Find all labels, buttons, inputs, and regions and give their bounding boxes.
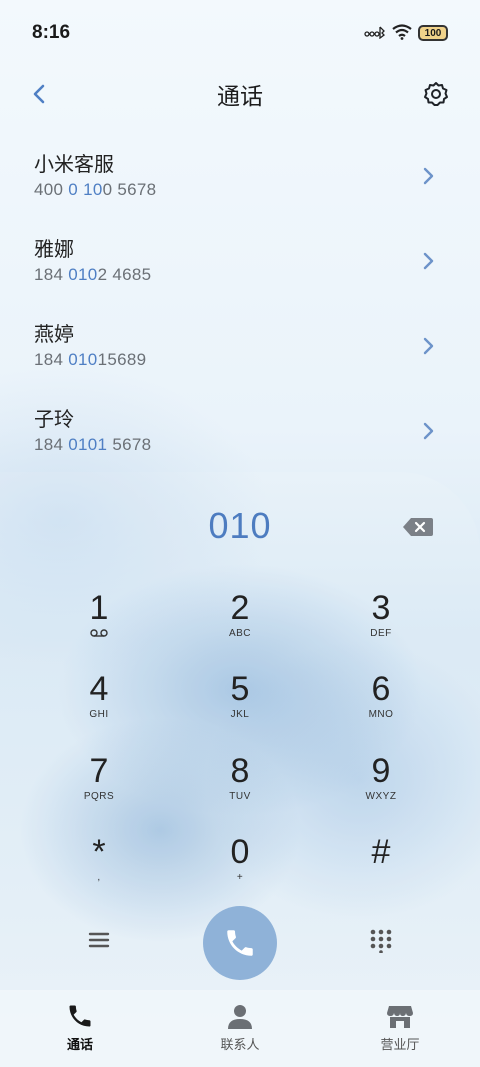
key-2[interactable]: 2 ABC (190, 588, 290, 658)
key-digit: 0 (230, 833, 250, 871)
chevron-left-icon (33, 84, 45, 104)
menu-icon (88, 932, 110, 948)
contact-name: 雅娜 (34, 237, 74, 261)
nav-item-contacts[interactable]: 联系人 (180, 990, 300, 1053)
phone-icon (69, 1005, 91, 1027)
key-digit: * (92, 833, 106, 871)
settings-button[interactable] (422, 80, 450, 108)
page-title: 通话 (217, 84, 263, 110)
status-icons: 100 (364, 23, 448, 43)
contact-row[interactable]: 雅娜 184 0102 4685 (0, 217, 480, 302)
contact-name: 燕婷 (34, 322, 74, 346)
contact-row[interactable]: 子玲 184 0101 5678 (0, 387, 480, 472)
nav-label: 营业厅 (380, 1038, 420, 1053)
key-hash[interactable]: # (331, 832, 431, 902)
store-icon (387, 1006, 413, 1028)
keypad-icon (370, 929, 392, 954)
key-digit: 2 (230, 589, 250, 627)
key-7[interactable]: 7 PQRS (49, 751, 149, 821)
gear-icon (424, 82, 448, 106)
battery-icon: 100 (418, 25, 448, 41)
contact-list: 小米客服 400 0 100 5678 雅娜 184 0102 4685 燕婷 … (0, 132, 480, 472)
chevron-right-icon (423, 167, 434, 185)
contact-number: 184 0101 5678 (34, 435, 152, 454)
key-letters: JKL (230, 709, 250, 720)
key-digit: 5 (230, 670, 250, 708)
key-3[interactable]: 3 DEF (331, 588, 431, 658)
nav-item-calls[interactable]: 通话 (20, 990, 140, 1053)
key-5[interactable]: 5 JKL (190, 669, 290, 739)
contact-name: 小米客服 (34, 152, 114, 176)
nav-item-store[interactable]: 营业厅 (340, 990, 460, 1053)
key-digit: 6 (371, 670, 391, 708)
key-4[interactable]: 4 GHI (49, 669, 149, 739)
key-digit: 1 (89, 589, 109, 627)
backspace-button[interactable] (402, 516, 434, 538)
contact-number: 184 0102 4685 (34, 265, 152, 284)
key-8[interactable]: 8 TUV (190, 751, 290, 821)
chevron-right-icon (423, 337, 434, 355)
person-icon (228, 1005, 252, 1029)
key-digit: 3 (371, 589, 391, 627)
contact-row[interactable]: 燕婷 184 01015689 (0, 302, 480, 387)
key-0[interactable]: 0 + (190, 832, 290, 902)
backspace-icon (403, 518, 433, 536)
nav-label: 通话 (66, 1038, 93, 1053)
nav-label: 联系人 (220, 1038, 260, 1053)
key-letters: ABC (228, 628, 252, 639)
key-digit: # (371, 833, 391, 871)
key-star[interactable]: *, (49, 832, 149, 902)
key-6[interactable]: 6 MNO (331, 669, 431, 739)
key-letters: TUV (229, 791, 251, 802)
keypad-toggle-button[interactable] (368, 927, 394, 954)
status-bar: 8:16 100 (0, 0, 480, 66)
bluetooth-icon (364, 25, 386, 42)
key-digit: 4 (89, 670, 109, 708)
header: 通话 (0, 66, 480, 122)
wifi-icon (392, 23, 412, 43)
call-button[interactable] (203, 906, 277, 980)
contact-name: 子玲 (34, 407, 74, 431)
key-1[interactable]: 1 (49, 588, 149, 658)
key-9[interactable]: 9 WXYZ (331, 751, 431, 821)
key-letters: PQRS (83, 791, 115, 802)
menu-button[interactable] (86, 928, 112, 952)
key-digit: 7 (89, 752, 109, 790)
chevron-right-icon (423, 422, 434, 440)
contact-number: 184 01015689 (34, 350, 147, 369)
phone-icon (227, 930, 253, 956)
chevron-right-icon (423, 252, 434, 270)
key-letters: + (236, 872, 244, 883)
key-letters: , (97, 872, 101, 883)
bottom-nav: 通话 联系人 营业厅 (0, 990, 480, 1067)
key-digit: 8 (230, 752, 250, 790)
contact-row[interactable]: 小米客服 400 0 100 5678 (0, 132, 480, 217)
key-digit: 9 (371, 752, 391, 790)
key-letters: GHI (89, 709, 109, 720)
back-button[interactable] (26, 80, 54, 108)
key-letters: WXYZ (365, 791, 397, 802)
key-letters: DEF (370, 628, 392, 639)
key-letters: MNO (368, 709, 394, 720)
voicemail-icon (49, 628, 149, 641)
contact-number: 400 0 100 5678 (34, 180, 157, 199)
status-time: 8:16 (32, 22, 71, 43)
